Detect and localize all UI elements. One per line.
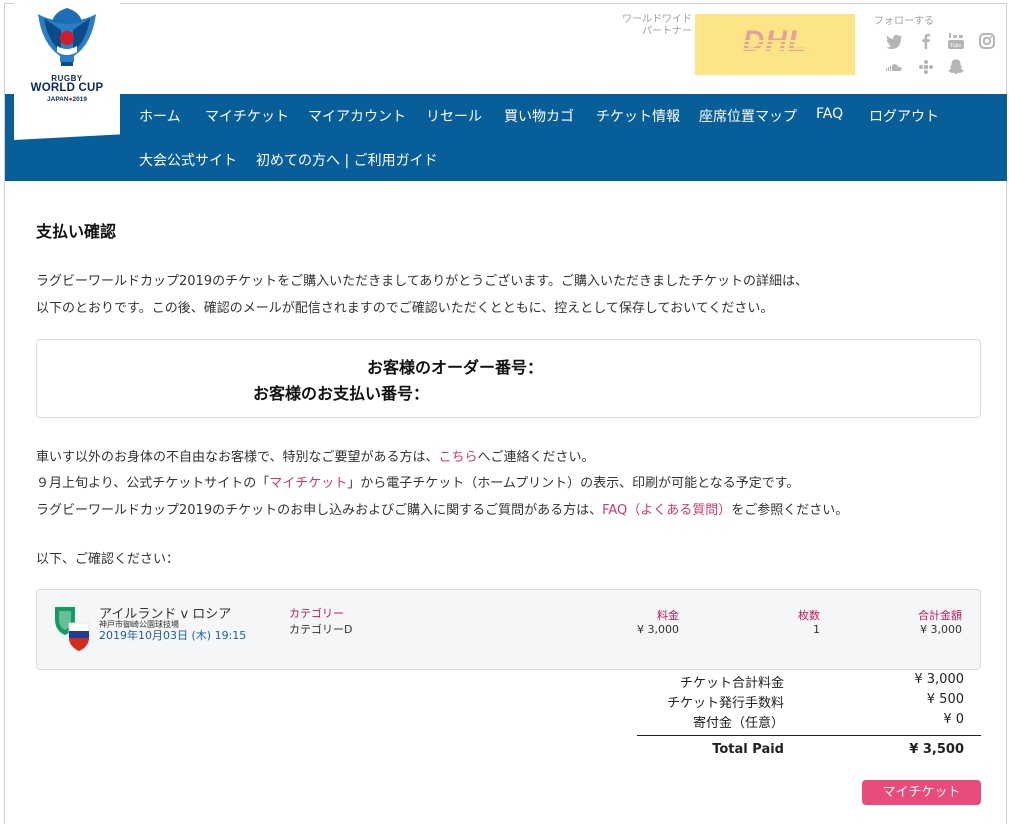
nav-my-account[interactable]: マイアカウント <box>308 106 406 126</box>
weibo-icon[interactable] <box>917 58 935 76</box>
summary-donation-label: 寄付金（任意） <box>692 716 784 731</box>
twitter-icon[interactable] <box>885 32 903 50</box>
nav-ticket-info[interactable]: チケット情報 <box>596 106 680 126</box>
contact-link[interactable]: こちら <box>438 450 477 465</box>
snapchat-icon[interactable] <box>947 58 965 76</box>
nav-my-ticket[interactable]: マイチケット <box>205 106 289 126</box>
nav-faq[interactable]: FAQ <box>816 106 843 122</box>
nav-logout[interactable]: ログアウト <box>869 106 939 126</box>
soundcloud-icon[interactable] <box>885 58 903 76</box>
line-total-label: 合計金額 <box>918 609 962 622</box>
line-total-value: ¥ 3,000 <box>920 623 962 636</box>
page-title: 支払い確認 <box>36 222 117 241</box>
confirm-label: 以下、ご確認ください： <box>36 552 180 567</box>
svg-text:Tube: Tube <box>950 43 961 49</box>
facebook-icon[interactable] <box>917 32 935 50</box>
summary-divider <box>637 735 981 736</box>
faq-link[interactable]: FAQ（よくある質問） <box>602 503 731 518</box>
summary-donation: 寄付金（任意） ¥ 0 <box>637 712 964 732</box>
partner-label: ワールドワイド パートナー <box>622 14 692 37</box>
nav-resale[interactable]: リセール <box>426 106 482 126</box>
logo-line-world-cup: WORLD CUP <box>30 82 104 94</box>
summary-fee-label: チケット発行手数料 <box>666 696 784 711</box>
order-number-box: お客様のオーダー番号： お客様のお支払い番号： <box>36 339 981 418</box>
youtube-icon[interactable]: Tube <box>947 32 965 50</box>
price-label: 料金 <box>657 609 679 622</box>
quantity-value: 1 <box>813 623 820 636</box>
logo-line-japan-2019: JAPAN●2019 <box>47 96 87 103</box>
webb-ellis-cup-icon <box>38 8 96 66</box>
my-ticket-link[interactable]: マイチケット <box>269 476 347 491</box>
total-paid-label: Total Paid <box>712 742 784 757</box>
my-ticket-button[interactable]: マイチケット <box>862 780 981 805</box>
nav-official-site[interactable]: 大会公式サイト <box>139 150 237 170</box>
summary-fee: チケット発行手数料 ¥ 500 <box>637 692 964 712</box>
summary-ticket-total-value: ¥ 3,000 <box>914 672 964 687</box>
total-paid-value: ¥ 3,500 <box>909 742 964 757</box>
nav-cart[interactable]: 買い物カゴ <box>504 106 574 126</box>
payment-number-label: お客様のお支払い番号： <box>253 384 430 403</box>
order-number-label: お客様のオーダー番号： <box>367 358 544 377</box>
note-e-ticket: ９月上旬より、公式チケットサイトの「マイチケット」から電子チケット（ホームプリン… <box>36 476 800 491</box>
note-faq: ラグビーワールドカップ2019のチケットのお申し込みおよびご購入に関するご質問が… <box>36 503 849 518</box>
dhl-partner-logo[interactable]: DHL <box>695 14 855 75</box>
match-flags-icon <box>51 605 97 653</box>
price-value: ¥ 3,000 <box>637 623 679 636</box>
rwc-logo[interactable]: RUGBY WORLD CUP JAPAN●2019 <box>14 0 120 140</box>
quantity-label: 枚数 <box>798 609 820 622</box>
category-label: カテゴリー <box>289 607 344 620</box>
summary-ticket-total: チケット合計料金 ¥ 3,000 <box>637 672 964 692</box>
instagram-icon[interactable] <box>978 32 996 50</box>
nav-seat-map[interactable]: 座席位置マップ <box>699 106 797 126</box>
summary-donation-value: ¥ 0 <box>943 712 964 727</box>
summary-fee-value: ¥ 500 <box>926 692 964 707</box>
summary-ticket-total-label: チケット合計料金 <box>679 676 784 691</box>
ticket-row: アイルランド v ロシア 神戸市御崎公園球技場 2019年10月03日 (木) … <box>36 589 981 670</box>
summary-total-paid: Total Paid ¥ 3,500 <box>637 742 964 762</box>
dhl-logo-text: DHL <box>742 25 808 58</box>
nav-guide[interactable]: 初めての方へ | ご利用ガイド <box>256 150 438 170</box>
note-accessibility: 車いす以外のお身体の不自由なお客様で、特別なご要望がある方は、こちらへご連絡くだ… <box>36 450 595 465</box>
match-datetime: 2019年10月03日 (木) 19:15 <box>99 629 247 642</box>
intro-line-1: ラグビーワールドカップ2019のチケットをご購入いただきましてありがとうございま… <box>36 274 809 289</box>
category-value: カテゴリーD <box>289 623 353 636</box>
main-nav: ホーム マイチケット マイアカウント リセール 買い物カゴ チケット情報 座席位… <box>5 94 1007 181</box>
follow-label: フォローする <box>874 16 934 27</box>
intro-line-2: 以下のとおりです。この後、確認のメールが配信されますのでご確認いただくとともに、… <box>36 301 774 316</box>
nav-home[interactable]: ホーム <box>139 106 181 126</box>
